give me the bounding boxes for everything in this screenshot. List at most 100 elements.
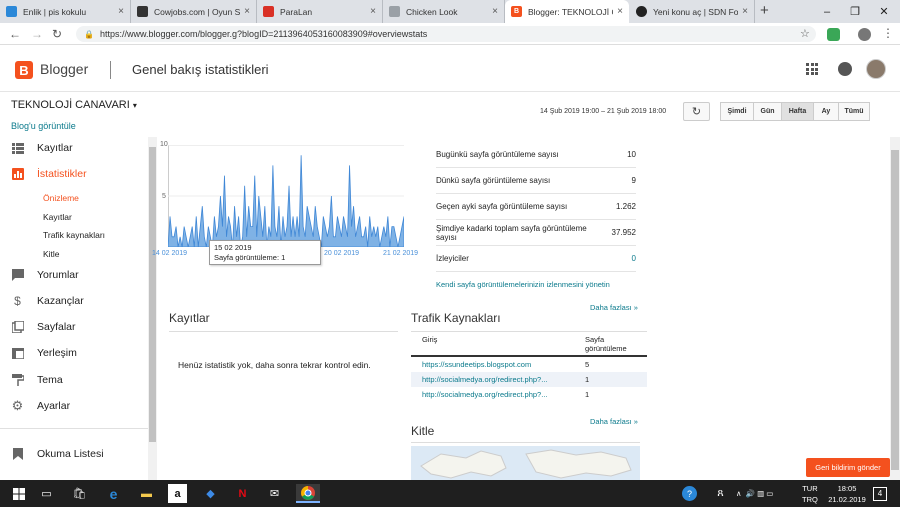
world-map[interactable]	[411, 446, 640, 480]
section-divider	[411, 442, 640, 443]
sidebar-subitem-posts[interactable]: Kayıtlar	[43, 212, 72, 222]
extension-icon[interactable]	[827, 28, 840, 41]
dropbox-icon[interactable]: ◆	[201, 484, 220, 503]
notifications-icon[interactable]	[838, 62, 852, 76]
windows-start-icon[interactable]	[9, 484, 28, 503]
sidebar: Kayıtlar İstatistikler Önizleme Kayıtlar…	[0, 136, 148, 480]
apps-grid-icon[interactable]	[806, 63, 818, 75]
app-name[interactable]: Blogger	[40, 61, 88, 77]
browser-tab[interactable]: Enlik | pis kokulu ×	[0, 0, 131, 23]
avatar[interactable]	[866, 59, 886, 79]
amazon-icon[interactable]: a	[168, 484, 187, 503]
sidebar-subitem-overview[interactable]: Önizleme	[43, 193, 79, 203]
reload-icon[interactable]: ↻	[52, 27, 62, 41]
view-blog-link[interactable]: Blog'u görüntüle	[11, 121, 76, 131]
edge-icon[interactable]: e	[104, 484, 123, 503]
profile-avatar-icon[interactable]	[858, 28, 871, 41]
browser-tab[interactable]: Yeni konu aç | SDN Foru ×	[630, 0, 755, 23]
sidebar-item-comments[interactable]: Yorumlar	[11, 269, 79, 281]
send-feedback-button[interactable]: Geri bildirim gönder	[806, 458, 890, 477]
browser-tab[interactable]: Chicken Look ×	[383, 0, 505, 23]
back-arrow-icon[interactable]: ←	[9, 27, 21, 41]
url-text: https://www.blogger.com/blogger.g?blogID…	[99, 29, 428, 39]
tab-title: Enlik | pis kokulu	[23, 6, 87, 17]
stat-row: Geçen ayki sayfa görüntüleme sayısı 1.262	[436, 194, 636, 220]
more-link[interactable]: Daha fazlası »	[590, 303, 638, 312]
sidebar-item-settings[interactable]: ⚙ Ayarlar	[11, 398, 70, 413]
tab-close-icon[interactable]: ×	[244, 6, 250, 17]
chat-icon[interactable]: ▭	[766, 489, 773, 498]
table-row: https://ssundeetips.blogspot.com 5	[411, 357, 647, 372]
chrome-icon[interactable]	[296, 484, 320, 503]
action-center-icon[interactable]: 4	[873, 480, 887, 507]
sidebar-scrollbar-thumb[interactable]	[149, 147, 156, 442]
restore-button[interactable]: ❐	[841, 0, 869, 23]
pages-icon	[11, 321, 24, 333]
speaker-icon[interactable]: 🔊	[746, 489, 755, 498]
sidebar-item-posts[interactable]: Kayıtlar	[11, 142, 73, 154]
address-bar[interactable]: 🔒 https://www.blogger.com/blogger.g?blog…	[76, 26, 816, 42]
people-icon[interactable]: ጸ	[711, 484, 730, 503]
network-icon[interactable]: ▥	[757, 489, 764, 498]
tab-close-icon[interactable]: ×	[370, 6, 376, 17]
sidebar-item-theme[interactable]: Tema	[11, 374, 63, 386]
store-icon[interactable]: 🛍	[70, 484, 89, 503]
forward-arrow-icon[interactable]: →	[31, 27, 43, 41]
tray-icons[interactable]: ∧ 🔊 ▥ ▭	[736, 480, 773, 507]
sidebar-item-label: Kazançlar	[37, 295, 84, 307]
task-view-icon[interactable]: ▭	[37, 484, 56, 503]
stats-icon	[11, 168, 24, 180]
range-week-button[interactable]: Hafta	[781, 102, 814, 121]
browser-tab[interactable]: ParaLan ×	[257, 0, 383, 23]
netflix-icon[interactable]: N	[233, 484, 252, 503]
tab-close-icon[interactable]: ×	[118, 6, 124, 17]
sidebar-item-layout[interactable]: Yerleşim	[11, 347, 77, 359]
file-explorer-icon[interactable]: ▬	[137, 484, 156, 503]
refresh-button[interactable]: ↻	[683, 102, 710, 121]
sidebar-subitem-traffic[interactable]: Trafik kaynakları	[43, 230, 105, 240]
range-all-button[interactable]: Tümü	[838, 102, 870, 121]
traffic-source-link[interactable]: https://ssundeetips.blogspot.com	[422, 360, 531, 369]
main-scrollbar-thumb[interactable]	[891, 150, 899, 470]
browser-tab[interactable]: Cowjobs.com | Oyun Se ×	[131, 0, 257, 23]
table-row: http://socialmedya.org/redirect.php?... 1	[411, 387, 647, 402]
range-now-button[interactable]: Şimdi	[720, 102, 754, 121]
minimize-button[interactable]: –	[813, 0, 841, 23]
range-day-button[interactable]: Gün	[753, 102, 782, 121]
chevron-up-icon[interactable]: ∧	[736, 489, 742, 498]
followers-count-link[interactable]: 0	[632, 254, 636, 263]
dollar-icon: $	[14, 294, 21, 308]
clock[interactable]: 18:05 21.02.2019	[827, 480, 867, 507]
traffic-table: Giriş Sayfa görüntüleme https://ssundeet…	[411, 333, 647, 402]
browser-tab-active[interactable]: B Blogger: TEKNOLOJİ CA ×	[505, 0, 629, 23]
sidebar-item-pages[interactable]: Sayfalar	[11, 321, 76, 333]
language-indicator[interactable]: TUR TRQ	[802, 480, 818, 507]
tab-close-icon[interactable]: ×	[617, 6, 623, 17]
traffic-source-link[interactable]: http://socialmedya.org/redirect.php?...	[422, 375, 547, 384]
tab-close-icon[interactable]: ×	[742, 6, 748, 17]
sidebar-item-earnings[interactable]: $ Kazançlar	[11, 294, 84, 308]
blogger-logo-icon[interactable]: B	[15, 61, 33, 79]
gear-icon: ⚙	[11, 398, 24, 413]
traffic-views: 5	[585, 360, 590, 369]
menu-kebab-icon[interactable]: ⋮	[882, 26, 894, 40]
help-icon[interactable]: ?	[682, 486, 697, 501]
sidebar-item-stats[interactable]: İstatistikler	[11, 168, 87, 180]
pageviews-chart[interactable]	[168, 145, 404, 247]
sidebar-item-reading-list[interactable]: Okuma Listesi	[11, 448, 104, 460]
manage-tracking-link[interactable]: Kendi sayfa görüntülemelerinizin izlenme…	[436, 280, 610, 289]
blog-selector[interactable]: TEKNOLOJİ CANAVARI ▾	[11, 99, 137, 111]
stat-label: İzleyiciler	[436, 254, 469, 263]
close-window-button[interactable]: ✕	[870, 0, 898, 23]
tab-close-icon[interactable]: ×	[492, 6, 498, 17]
traffic-source-link[interactable]: http://socialmedya.org/redirect.php?...	[422, 390, 547, 399]
pageviews-series-area[interactable]	[168, 155, 404, 247]
bookmark-star-icon[interactable]: ☆	[800, 27, 810, 40]
more-link[interactable]: Daha fazlası »	[590, 417, 638, 426]
sidebar-subitem-audience[interactable]: Kitle	[43, 249, 60, 259]
stat-label: Bugünkü sayfa görüntüleme sayısı	[436, 150, 559, 159]
mail-icon[interactable]: ✉	[265, 484, 284, 503]
x-tick-label: 20 02 2019	[324, 250, 360, 257]
new-tab-button[interactable]: +	[760, 2, 769, 19]
range-month-button[interactable]: Ay	[813, 102, 839, 121]
